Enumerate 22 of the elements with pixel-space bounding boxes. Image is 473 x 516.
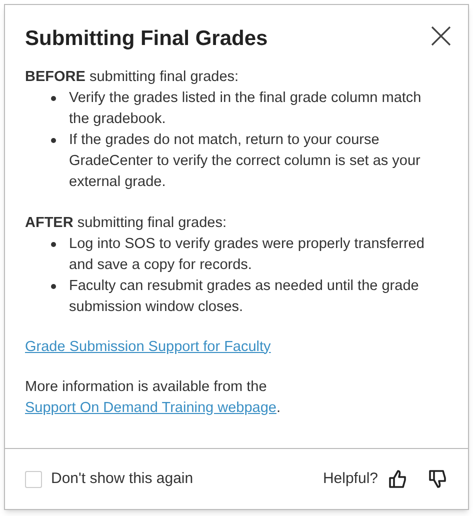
bullet-icon <box>51 96 56 100</box>
bullet-text: If the grades do not match, return to your course GradeCenter to verify the correct column is set as your external grade. <box>69 130 422 192</box>
bullet-icon <box>51 242 56 246</box>
bullet-icon <box>51 138 56 142</box>
bullet-text: Verify the grades listed in the final grade column match the gradebook. <box>69 88 422 128</box>
thumbs-down-icon <box>428 469 448 489</box>
bullet-text: Log into SOS to verify grades were properly transferred and save a copy for records. <box>69 234 426 274</box>
section-heading: AFTER submitting final grades: <box>25 214 228 232</box>
close-icon <box>430 25 452 47</box>
checkbox-label: Don't show this again <box>51 468 194 489</box>
thumbs-up-icon <box>388 469 408 489</box>
support-link[interactable]: Grade Submission Support for Faculty <box>25 336 271 358</box>
bullet-icon <box>51 284 56 288</box>
training-link[interactable]: Support On Demand Training webpage <box>25 400 276 416</box>
dialog-title: Submitting Final Grades <box>25 26 268 52</box>
helpful-label: Helpful? <box>322 468 378 489</box>
bullet-text: Faculty can resubmit grades as needed until the grade submission window closes. <box>69 276 420 316</box>
thumbs-down-button[interactable] <box>428 469 448 489</box>
thumbs-up-button[interactable] <box>388 469 408 489</box>
section-heading: BEFORE submitting final grades: <box>25 68 240 86</box>
checkbox[interactable] <box>25 470 42 488</box>
more-info-text: More information is available from the Support On Demand Training webpage. <box>25 378 282 418</box>
